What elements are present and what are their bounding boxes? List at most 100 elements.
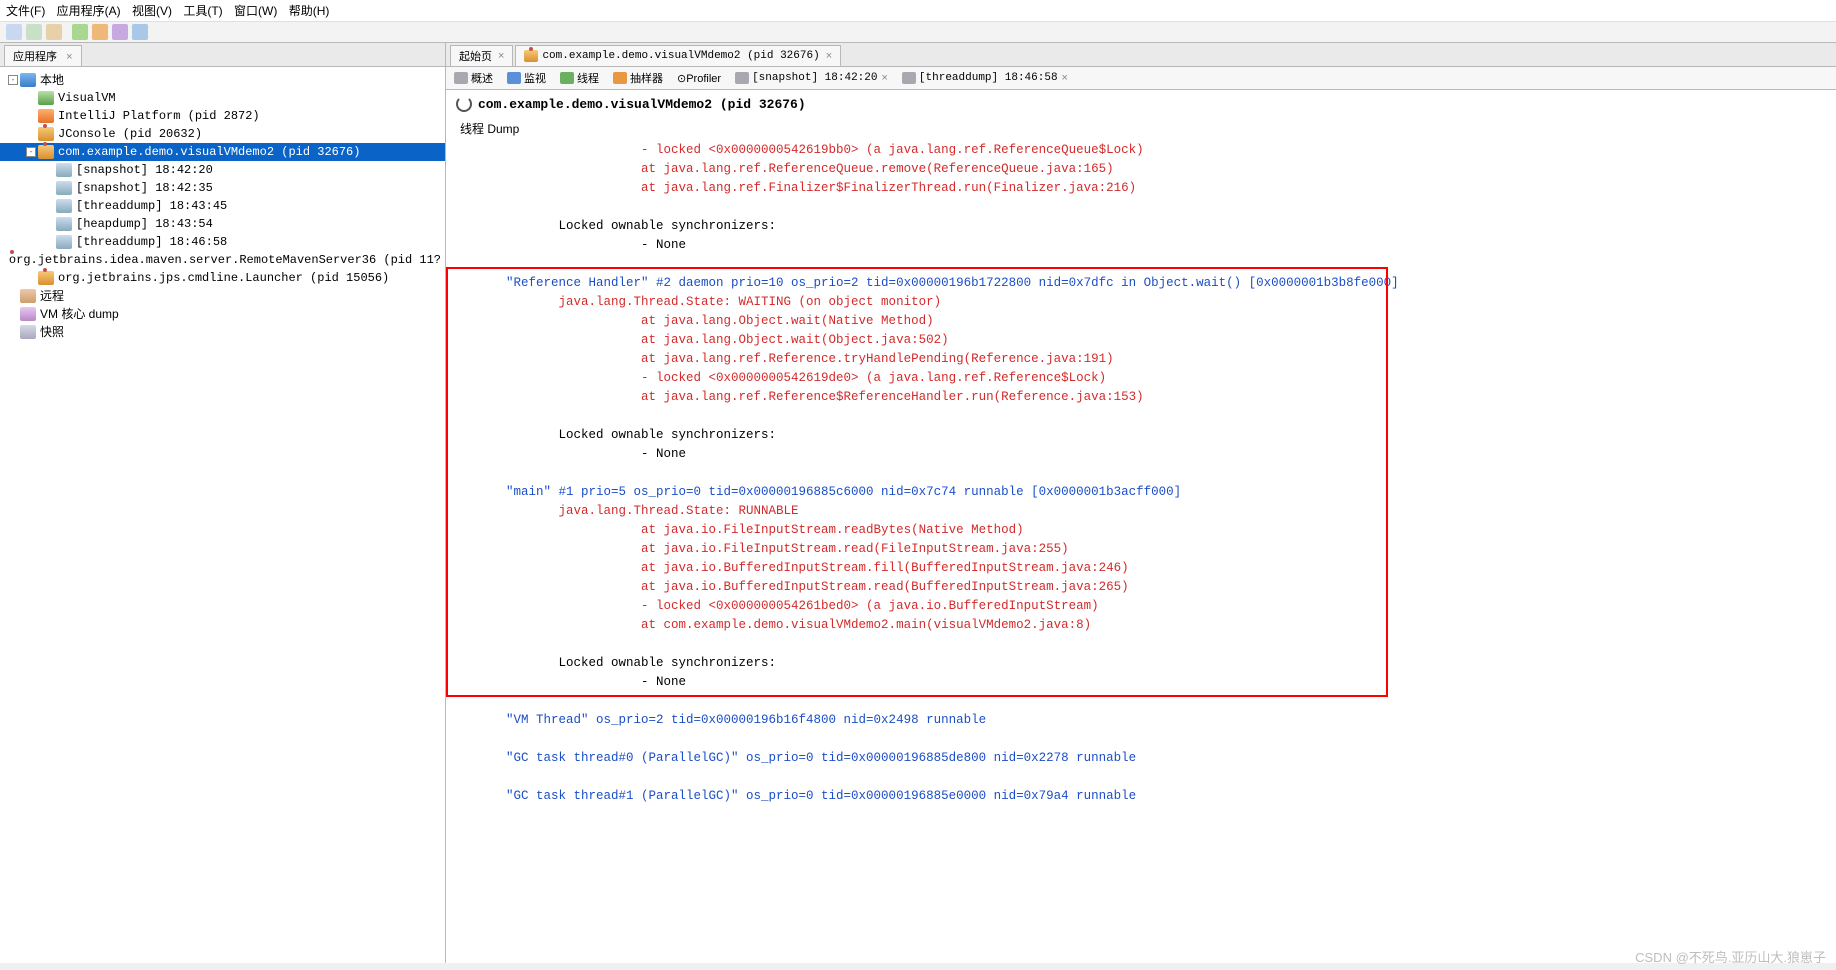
thread-dump-text[interactable]: - locked <0x0000000542619bb0> (a java.la… [446,141,1836,963]
dump-line: at java.lang.ref.Reference$ReferenceHand… [446,388,1836,407]
detail-tab[interactable]: 线程 [558,69,601,87]
dump-line: - locked <0x0000000542619bb0> (a java.la… [446,141,1836,160]
toolbar-icon[interactable] [46,24,62,40]
toolbar-icon[interactable] [72,24,88,40]
close-icon[interactable]: × [826,50,832,62]
tree-item[interactable]: [threaddump] 18:46:58 [0,233,445,251]
detail-tab[interactable]: [threaddump] 18:46:58 × [900,71,1070,85]
sidebar: 应用程序 × - 本地VisualVMIntelliJ Platform (pid… [0,43,446,963]
toolbar-icon[interactable] [26,24,42,40]
tree-item[interactable]: org.jetbrains.idea.maven.server.RemoteMa… [0,251,445,269]
detail-tab[interactable]: 监视 [505,69,548,87]
dump-line: "GC task thread#0 (ParallelGC)" os_prio=… [446,749,1836,768]
dump-line [446,768,1836,787]
tree-item-label: 快照 [40,323,64,341]
detail-tab[interactable]: 抽样器 [611,69,665,87]
tab-label: [snapshot] 18:42:20 [752,72,877,84]
tree-item-label: [heapdump] 18:43:54 [76,215,213,233]
tab-label: 概述 [471,70,493,86]
tree-item[interactable]: [snapshot] 18:42:20 [0,161,445,179]
tree-item-label: [threaddump] 18:46:58 [76,233,227,251]
tree-item[interactable]: 快照 [0,323,445,341]
tree-item-icon [20,307,36,321]
tree-item-icon [20,289,36,303]
tree-item[interactable]: VM 核心 dump [0,305,445,323]
dump-line: - None [446,673,1836,692]
tree-item[interactable]: IntelliJ Platform (pid 2872) [0,107,445,125]
tree-item[interactable]: org.jetbrains.jps.cmdline.Launcher (pid … [0,269,445,287]
dump-line [446,255,1836,274]
dump-line [446,635,1836,654]
collapse-icon[interactable]: - [8,75,18,85]
tab-icon [454,72,468,84]
editor-tab[interactable]: com.example.demo.visualVMdemo2 (pid 3267… [515,45,841,66]
tree-item-label: [threaddump] 18:43:45 [76,197,227,215]
menu-window[interactable]: 窗口(W) [234,4,277,18]
tab-label: 监视 [524,70,546,86]
editor-tab[interactable]: 起始页× [450,45,513,66]
dump-line: "Reference Handler" #2 daemon prio=10 os… [446,274,1836,293]
tab-icon [524,50,538,62]
tree-item-label: VisualVM [58,89,116,107]
editor-tabstrip: 起始页×com.example.demo.visualVMdemo2 (pid … [446,43,1836,67]
detail-tab[interactable]: [snapshot] 18:42:20 × [733,71,890,85]
close-icon[interactable]: × [498,50,504,62]
dump-line: java.lang.Thread.State: WAITING (on obje… [446,293,1836,312]
detail-tab[interactable]: 概述 [452,69,495,87]
tree-item[interactable]: - 本地 [0,71,445,89]
tab-icon [507,72,521,84]
tree-item[interactable]: JConsole (pid 20632) [0,125,445,143]
tree-item[interactable]: [heapdump] 18:43:54 [0,215,445,233]
dump-line: Locked ownable synchronizers: [446,654,1836,673]
tree-item[interactable]: [threaddump] 18:43:45 [0,197,445,215]
tree-item-label: org.jetbrains.idea.maven.server.RemoteMa… [9,251,441,269]
tree-item[interactable]: [snapshot] 18:42:35 [0,179,445,197]
tab-label: 抽样器 [630,70,663,86]
tree-item-icon [56,199,72,213]
menu-view[interactable]: 视图(V) [132,4,172,18]
toolbar-icon[interactable] [92,24,108,40]
menu-file[interactable]: 文件(F) [6,4,45,18]
tab-icon [560,72,574,84]
collapse-icon[interactable]: - [26,147,36,157]
dump-line: at java.io.BufferedInputStream.read(Buff… [446,578,1836,597]
tree-item-icon [56,163,72,177]
tree-item[interactable]: 远程 [0,287,445,305]
menu-tools[interactable]: 工具(T) [183,4,222,18]
dump-line: "GC task thread#1 (ParallelGC)" os_prio=… [446,787,1836,806]
dump-line [446,407,1836,426]
dump-line: at com.example.demo.visualVMdemo2.main(v… [446,616,1836,635]
tree-item[interactable]: - com.example.demo.visualVMdemo2 (pid 326… [0,143,445,161]
page-title-row: com.example.demo.visualVMdemo2 (pid 3267… [446,90,1836,118]
toolbar-icon[interactable] [112,24,128,40]
tree-item-label: 远程 [40,287,64,305]
application-tree[interactable]: - 本地VisualVMIntelliJ Platform (pid 2872)J… [0,67,445,963]
dump-line: Locked ownable synchronizers: [446,217,1836,236]
content-area: 起始页×com.example.demo.visualVMdemo2 (pid … [446,43,1836,963]
tree-item-icon [38,91,54,105]
tab-label: [threaddump] 18:46:58 [919,72,1058,84]
dump-line: - None [446,445,1836,464]
close-icon[interactable]: × [1062,72,1068,84]
sidebar-tab-header: 应用程序 × [0,43,445,67]
tree-item-label: com.example.demo.visualVMdemo2 (pid 3267… [58,143,360,161]
dump-line [446,730,1836,749]
tab-icon [902,72,916,84]
toolbar-icon[interactable] [132,24,148,40]
toolbar-icon[interactable] [6,24,22,40]
dump-line: at java.lang.ref.Finalizer$FinalizerThre… [446,179,1836,198]
sidebar-tab-applications[interactable]: 应用程序 × [4,45,82,66]
menu-app[interactable]: 应用程序(A) [57,4,121,18]
tree-item-icon [56,235,72,249]
close-icon[interactable]: × [66,51,72,63]
page-title: com.example.demo.visualVMdemo2 (pid 3267… [478,97,806,112]
dump-line: java.lang.Thread.State: RUNNABLE [446,502,1836,521]
tab-icon [735,72,749,84]
menu-help[interactable]: 帮助(H) [289,4,330,18]
tree-item-label: [snapshot] 18:42:20 [76,161,213,179]
dump-line: at java.lang.ref.Reference.tryHandlePend… [446,350,1836,369]
tree-item[interactable]: VisualVM [0,89,445,107]
close-icon[interactable]: × [881,72,887,84]
detail-tab[interactable]: ⊙Profiler [675,71,723,86]
tree-item-label: 本地 [40,71,64,89]
